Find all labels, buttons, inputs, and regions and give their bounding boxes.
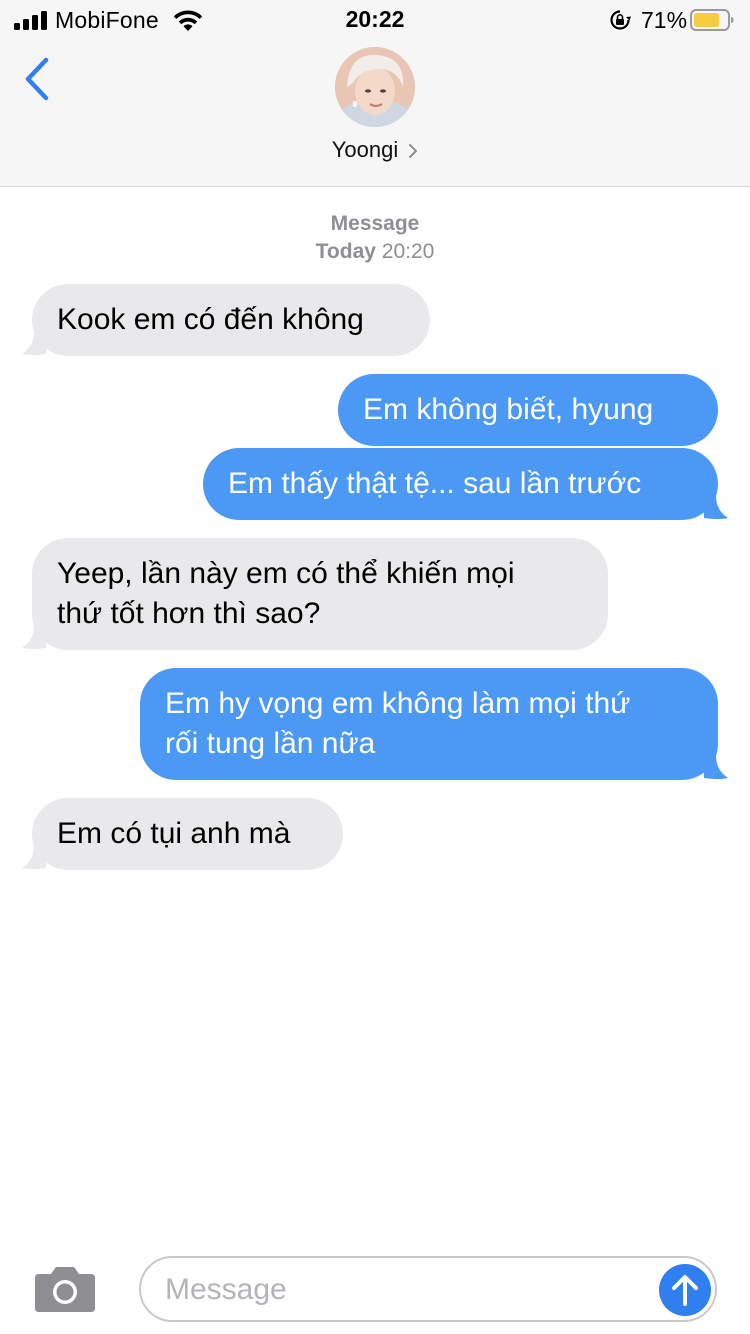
send-arrow-icon [672, 1275, 698, 1306]
timestamp-day: Today [315, 240, 376, 263]
chevron-right-icon [409, 144, 418, 159]
bubble-tail [704, 756, 728, 779]
message-text: Em có tụi anh mà [57, 817, 291, 850]
battery-percent: 71% [641, 7, 688, 33]
orientation-lock-icon [610, 10, 631, 30]
status-bar: MobiFone 20:22 71% [0, 0, 750, 40]
contact-avatar[interactable] [335, 47, 415, 127]
message-bubble-incoming[interactable]: Kook em có đến không [32, 284, 430, 356]
bubble-tail [22, 846, 46, 869]
contact-name: Yoongi [331, 137, 399, 162]
conversation-timestamp: Message Today 20:20 [0, 210, 750, 266]
conversation-header: MobiFone 20:22 71% Yoongi [0, 0, 750, 187]
send-button[interactable] [659, 1264, 711, 1316]
message-input[interactable] [165, 1268, 635, 1312]
avatar-photo [335, 47, 415, 127]
message-text: Em thấy thật tệ... sau lần trước [228, 467, 642, 500]
message-bubble-outgoing[interactable]: Em không biết, hyung [338, 374, 718, 446]
bubble-tail [22, 332, 46, 355]
battery-icon [690, 9, 734, 31]
timestamp-kind: Message [330, 212, 420, 235]
message-text-line: rối tung lần nữa [165, 727, 376, 760]
message-text: Kook em có đến không [57, 303, 364, 336]
message-bubble-outgoing[interactable]: Em thấy thật tệ... sau lần trước [203, 448, 718, 520]
camera-icon[interactable] [33, 1264, 97, 1314]
message-bubble-incoming[interactable]: Yeep, lần này em có thể khiến mọi thứ tố… [32, 538, 608, 650]
message-bubble-incoming[interactable]: Em có tụi anh mà [32, 798, 343, 870]
back-chevron-icon[interactable] [18, 54, 62, 106]
status-time: 20:22 [345, 6, 405, 32]
message-text: Em không biết, hyung [363, 393, 654, 426]
message-text-line: Em hy vọng em không làm mọi thứ [165, 687, 631, 720]
bubble-tail [22, 626, 46, 649]
contact-name-button[interactable]: Yoongi [0, 137, 750, 163]
message-bubble-outgoing[interactable]: Em hy vọng em không làm mọi thứ rối tung… [140, 668, 718, 780]
timestamp-time: 20:20 [381, 240, 435, 263]
bubble-tail [704, 496, 728, 519]
message-text-line: Yeep, lần này em có thể khiến mọi [57, 557, 515, 590]
message-compose-field[interactable] [139, 1256, 717, 1322]
message-text-line: thứ tốt hơn thì sao? [57, 597, 321, 630]
